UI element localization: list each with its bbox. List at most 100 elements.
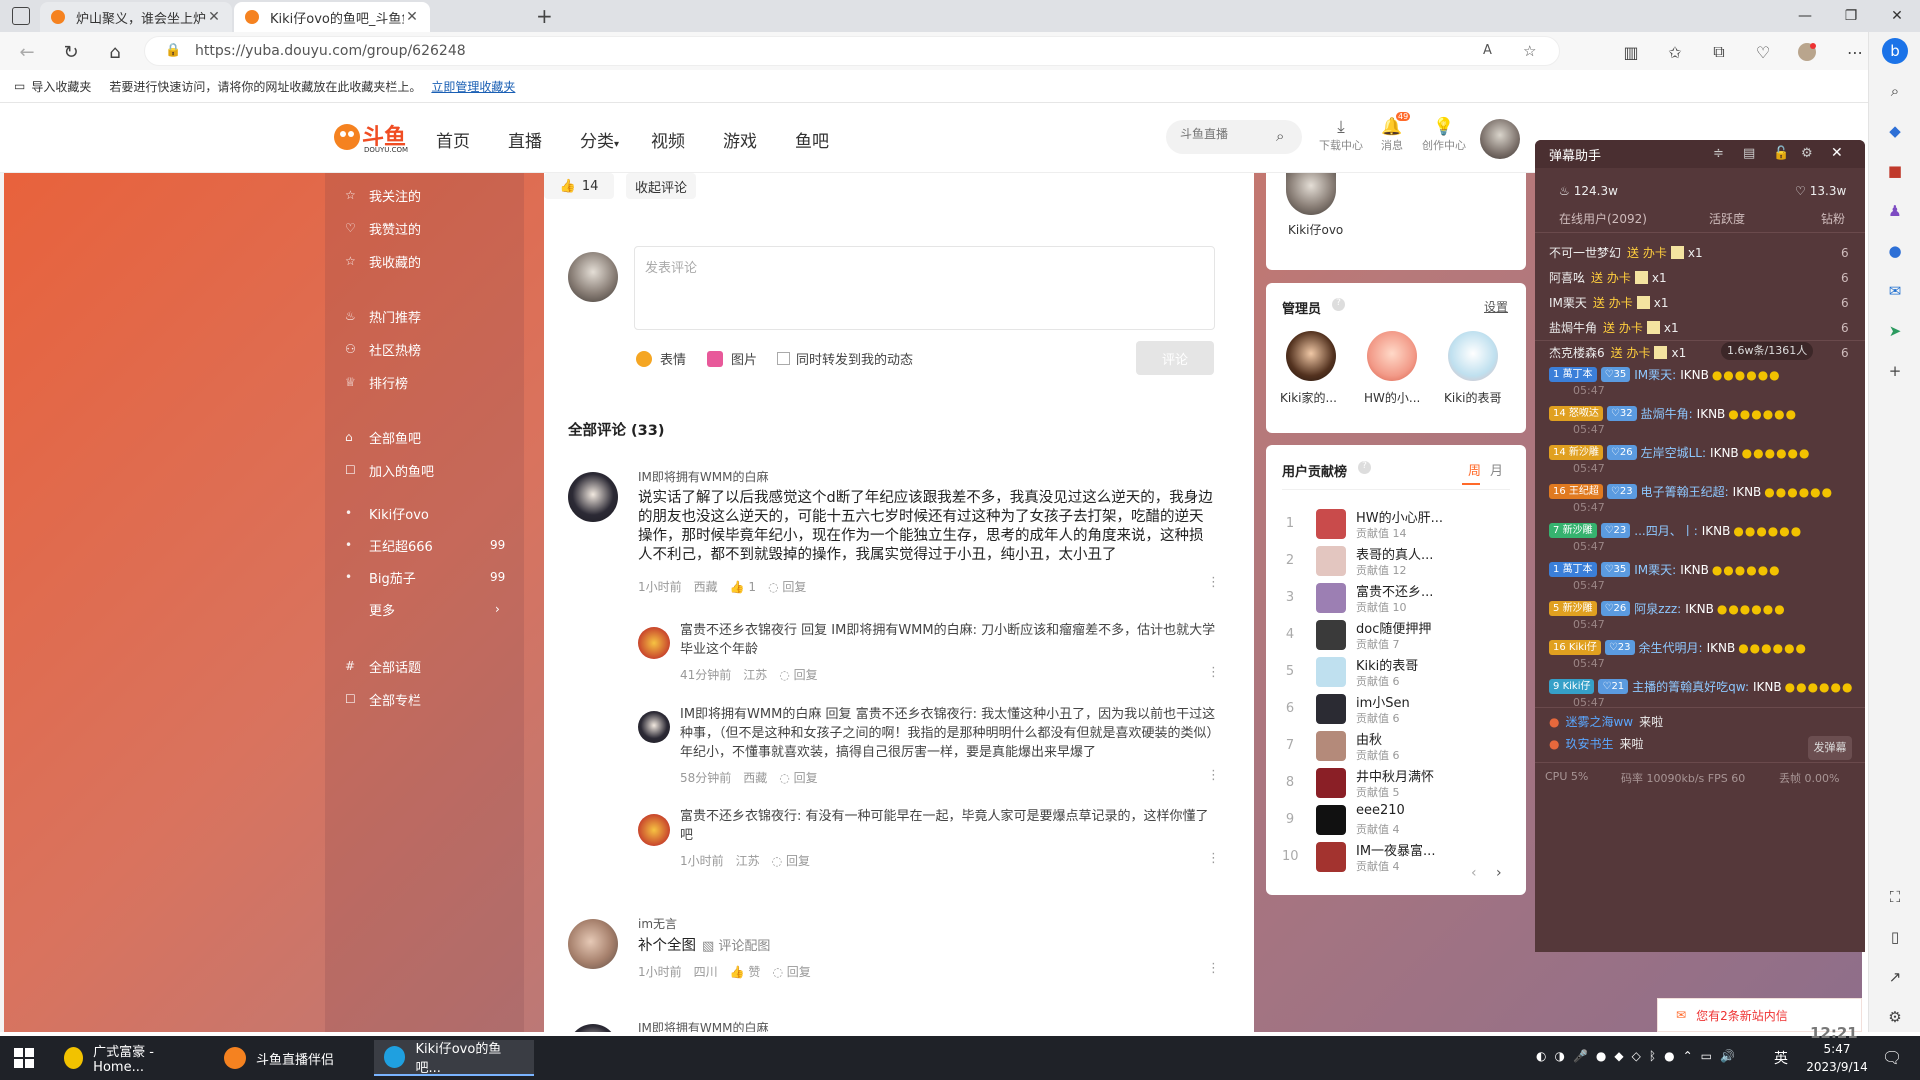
split-screen-icon[interactable]: ▥ bbox=[1620, 41, 1642, 63]
contributor-row[interactable]: 6 im小Sen 贡献值 6 bbox=[1266, 692, 1526, 726]
leftnav-more[interactable]: 更多 › bbox=[345, 599, 515, 619]
comment-avatar[interactable] bbox=[568, 472, 618, 522]
creator-center[interactable]: 💡 创作中心 bbox=[1418, 117, 1470, 153]
speaker-icon[interactable]: 🔊 bbox=[1720, 1049, 1735, 1063]
comment-reply-button[interactable]: ◌ 回复 bbox=[772, 963, 810, 980]
comment-author[interactable]: IM即将拥有WMM的白麻 bbox=[638, 1019, 768, 1032]
ime-indicator[interactable]: 英 bbox=[1774, 1048, 1788, 1068]
nav-video[interactable]: 视频 bbox=[651, 127, 685, 152]
network-icon[interactable]: ▭ bbox=[1701, 1049, 1712, 1063]
tray-icon[interactable]: ● bbox=[1664, 1049, 1674, 1063]
search-icon[interactable]: ⌕ bbox=[1882, 78, 1908, 104]
more-options-icon[interactable]: ⋮ bbox=[1207, 665, 1220, 680]
reply-button[interactable]: ◌ 回复 bbox=[779, 769, 817, 786]
douyu-logo[interactable]: 斗鱼 DOUYU.COM bbox=[330, 117, 410, 159]
contributor-row[interactable]: 2 表哥的真人... 贡献值 12 bbox=[1266, 544, 1526, 578]
admin-name[interactable]: Kiki的表哥 bbox=[1444, 389, 1502, 406]
message-user[interactable]: 阿泉zzz: bbox=[1634, 600, 1681, 617]
comment-author[interactable]: IM即将拥有WMM的白麻 bbox=[638, 468, 768, 485]
submit-comment-button[interactable]: 评论 bbox=[1136, 341, 1214, 375]
favorites-icon[interactable]: ✩ bbox=[1664, 41, 1686, 63]
window-close-button[interactable]: ✕ bbox=[1874, 0, 1920, 32]
manage-favorites-link[interactable]: 立即管理收藏夹 bbox=[431, 78, 515, 95]
taskbar-app-active[interactable]: Kiki仔ovo的鱼吧... bbox=[374, 1040, 534, 1076]
comment-image-link[interactable]: ▧ 评论配图 bbox=[702, 937, 770, 956]
contributor-row[interactable]: 8 井中秋月满怀 贡献值 5 bbox=[1266, 766, 1526, 800]
admin-avatar[interactable] bbox=[1448, 331, 1498, 381]
favorite-star-icon[interactable]: ☆ bbox=[1523, 42, 1536, 60]
repost-checkbox[interactable]: 同时转发到我的动态 bbox=[777, 349, 913, 368]
lock-icon[interactable]: 🔓 bbox=[1773, 146, 1789, 161]
leftnav-joined-bigqiezi[interactable]: • Big茄子 99 bbox=[345, 567, 515, 587]
prev-page-button[interactable]: ‹ bbox=[1471, 865, 1477, 881]
nav-category[interactable]: 分类▾ bbox=[580, 127, 619, 152]
up-arrow-icon[interactable]: ⌃ bbox=[1683, 1049, 1693, 1063]
leftnav-collected[interactable]: ☆ 我收藏的 bbox=[345, 251, 421, 271]
message-user[interactable]: IM栗天: bbox=[1634, 561, 1676, 578]
tray-icon[interactable]: ◐ bbox=[1536, 1049, 1546, 1063]
bluetooth-icon[interactable]: ᛒ bbox=[1649, 1049, 1656, 1063]
comment-avatar[interactable] bbox=[568, 919, 618, 969]
list-icon[interactable]: ▤ bbox=[1743, 146, 1755, 161]
tray-icon[interactable]: ● bbox=[1596, 1049, 1606, 1063]
contributor-row[interactable]: 1 HW的小心肝... 贡献值 14 bbox=[1266, 507, 1526, 541]
collections-icon[interactable]: ⧉ bbox=[1708, 41, 1730, 63]
refresh-icon[interactable]: ↻ bbox=[58, 39, 84, 65]
emoji-button[interactable]: 表情 bbox=[636, 349, 686, 368]
tab-actions-icon[interactable] bbox=[12, 7, 30, 25]
comment-author[interactable]: im无言 bbox=[638, 915, 677, 932]
leftnav-joined-groups[interactable]: ☐ 加入的鱼吧 bbox=[345, 460, 434, 480]
reply-avatar[interactable] bbox=[638, 627, 670, 659]
leftnav-following[interactable]: ☆ 我关注的 bbox=[345, 185, 421, 205]
read-aloud-icon[interactable]: A bbox=[1483, 43, 1492, 58]
image-button[interactable]: 图片 bbox=[707, 349, 757, 368]
leftnav-all-groups[interactable]: ⌂ 全部鱼吧 bbox=[345, 427, 421, 447]
settings-gear-icon[interactable]: ⚙ bbox=[1801, 146, 1813, 161]
import-favorites-button[interactable]: 导入收藏夹 bbox=[31, 78, 91, 95]
admin-avatar[interactable] bbox=[1286, 331, 1336, 381]
message-user[interactable]: 盐焗牛角: bbox=[1641, 405, 1693, 422]
filter-icon[interactable]: ≑ bbox=[1713, 146, 1724, 161]
enter-user[interactable]: 玖安书生 bbox=[1565, 735, 1613, 752]
browser-essentials-icon[interactable]: ♡ bbox=[1752, 41, 1774, 63]
gift-user[interactable]: 杰克楼森6 bbox=[1549, 344, 1605, 361]
owner-avatar[interactable] bbox=[1286, 173, 1336, 215]
more-menu-icon[interactable]: ⋯ bbox=[1844, 41, 1866, 63]
leftnav-hot[interactable]: ♨ 热门推荐 bbox=[345, 306, 421, 326]
leftnav-community-hot[interactable]: ⚇ 社区热榜 bbox=[345, 339, 421, 359]
gift-user[interactable]: 不可一世梦幻 bbox=[1549, 244, 1621, 261]
comment-like-button[interactable]: 👍 赞 bbox=[730, 963, 761, 980]
comment-input[interactable]: 发表评论 bbox=[634, 246, 1215, 330]
close-icon[interactable]: ✕ bbox=[206, 9, 222, 25]
leftnav-all-columns[interactable]: ☐ 全部专栏 bbox=[345, 689, 421, 709]
contributor-row[interactable]: 3 富贵不还乡... 贡献值 10 bbox=[1266, 581, 1526, 615]
owner-name[interactable]: Kiki仔ovo bbox=[1288, 221, 1343, 238]
message-user[interactable]: IM栗天: bbox=[1634, 366, 1676, 383]
mic-icon[interactable]: 🎤 bbox=[1573, 1049, 1588, 1063]
admin-avatar[interactable] bbox=[1367, 331, 1417, 381]
tab-online-users[interactable]: 在线用户(2092) bbox=[1559, 210, 1647, 227]
games-icon[interactable]: ♟ bbox=[1882, 198, 1908, 224]
contributor-row[interactable]: 7 由秋 贡献值 6 bbox=[1266, 729, 1526, 763]
tools-icon[interactable]: ■ bbox=[1882, 158, 1908, 184]
admins-settings-link[interactable]: 设置 bbox=[1484, 298, 1508, 315]
comment-reply-button[interactable]: ◌ 回复 bbox=[768, 578, 806, 595]
search-icon[interactable]: ⌕ bbox=[1276, 127, 1284, 145]
restore-button[interactable]: ❐ bbox=[1828, 0, 1874, 32]
bing-chat-icon[interactable]: b bbox=[1882, 38, 1908, 64]
home-icon[interactable]: ⌂ bbox=[102, 39, 128, 65]
external-link-icon[interactable]: ↗ bbox=[1882, 964, 1908, 990]
clock[interactable]: 5:47 2023/9/14 bbox=[1804, 1040, 1870, 1076]
message-user[interactable]: 主播的箐翰真好吃qw: bbox=[1632, 678, 1749, 695]
profile-icon[interactable] bbox=[1796, 41, 1818, 63]
lock-icon[interactable]: 🔒 bbox=[165, 43, 181, 58]
back-icon[interactable]: ← bbox=[14, 39, 40, 65]
minimize-button[interactable]: — bbox=[1782, 0, 1828, 32]
admin-name[interactable]: Kiki家的... bbox=[1280, 389, 1337, 406]
gift-user[interactable]: 盐焗牛角 bbox=[1549, 319, 1597, 336]
taskbar-app[interactable]: 广式富豪 - Home... bbox=[54, 1040, 204, 1076]
user-avatar[interactable] bbox=[1480, 119, 1520, 159]
send-danmu-button[interactable]: 发弹幕 bbox=[1808, 736, 1852, 760]
message-user[interactable]: ...四月、丨: bbox=[1634, 522, 1698, 539]
contributor-row[interactable]: 9 eee210 贡献值 4 bbox=[1266, 803, 1526, 837]
